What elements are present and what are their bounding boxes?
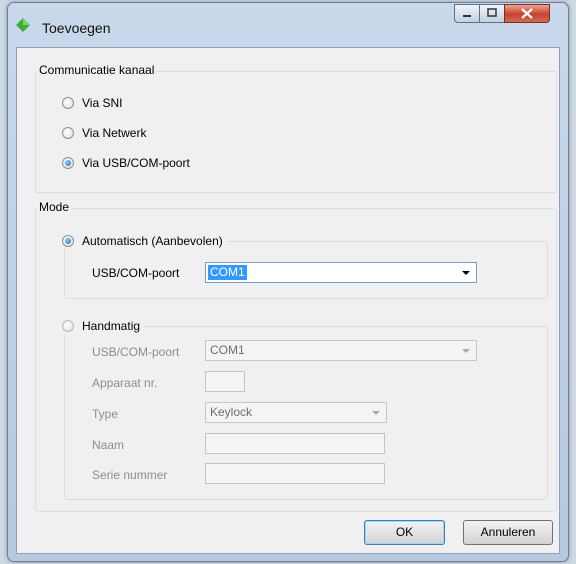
- cancel-button[interactable]: Annuleren: [463, 520, 553, 545]
- name-label: Naam: [92, 438, 125, 452]
- radio-dot-handmatig[interactable]: [62, 320, 74, 332]
- type-label: Type: [92, 407, 119, 421]
- minimize-button[interactable]: [454, 4, 480, 23]
- dialog-client-area: Communicatie kanaal Via SNI Via Netwerk …: [16, 47, 560, 554]
- dialog-window: Toevoegen Communicatie kanaal Via SNI Vi…: [7, 2, 569, 562]
- auto-port-value: COM1: [208, 265, 247, 280]
- title-bar[interactable]: Toevoegen: [8, 3, 568, 47]
- chevron-down-icon: [462, 271, 470, 275]
- radio-label-sni: Via SNI: [82, 96, 123, 110]
- radio-label-automatisch: Automatisch (Aanbevolen): [82, 234, 223, 248]
- mode-group-title: Mode: [37, 200, 72, 214]
- close-icon: [521, 8, 533, 19]
- serial-number-input[interactable]: [205, 463, 385, 484]
- radio-via-netwerk[interactable]: Via Netwerk: [62, 126, 146, 140]
- radio-dot-sni[interactable]: [62, 97, 74, 109]
- close-button[interactable]: [504, 4, 550, 23]
- auto-port-label: USB/COM-poort: [92, 266, 180, 280]
- radio-dot-usb[interactable]: [62, 157, 74, 169]
- manual-port-label: USB/COM-poort: [92, 345, 180, 359]
- window-title: Toevoegen: [42, 20, 111, 36]
- radio-label-handmatig: Handmatig: [82, 319, 141, 333]
- maximize-icon: [487, 8, 497, 17]
- name-input[interactable]: [205, 433, 385, 454]
- device-number-label: Apparaat nr.: [92, 376, 158, 390]
- radio-dot-netwerk[interactable]: [62, 127, 74, 139]
- minimize-icon: [463, 15, 471, 17]
- type-value: Keylock: [210, 405, 253, 419]
- maximize-button[interactable]: [479, 4, 505, 23]
- radio-via-usb[interactable]: Via USB/COM-poort: [62, 156, 190, 170]
- manual-port-select[interactable]: COM1: [205, 340, 477, 361]
- chevron-down-icon: [462, 349, 470, 353]
- app-diamond-icon: [16, 18, 30, 32]
- type-select[interactable]: Keylock: [205, 402, 387, 423]
- radio-dot-automatisch[interactable]: [62, 235, 74, 247]
- device-number-input[interactable]: [205, 371, 245, 392]
- manual-port-value: COM1: [210, 343, 245, 357]
- chevron-down-icon: [372, 411, 380, 415]
- serial-number-label: Serie nummer: [92, 468, 168, 482]
- auto-port-select[interactable]: COM1: [205, 262, 477, 283]
- radio-handmatig[interactable]: Handmatig: [62, 319, 145, 333]
- ok-button[interactable]: OK: [364, 520, 445, 545]
- radio-label-usb: Via USB/COM-poort: [82, 156, 190, 170]
- radio-via-sni[interactable]: Via SNI: [62, 96, 122, 110]
- radio-label-netwerk: Via Netwerk: [82, 126, 147, 140]
- radio-automatisch[interactable]: Automatisch (Aanbevolen): [62, 234, 227, 248]
- channel-group-title: Communicatie kanaal: [37, 63, 157, 77]
